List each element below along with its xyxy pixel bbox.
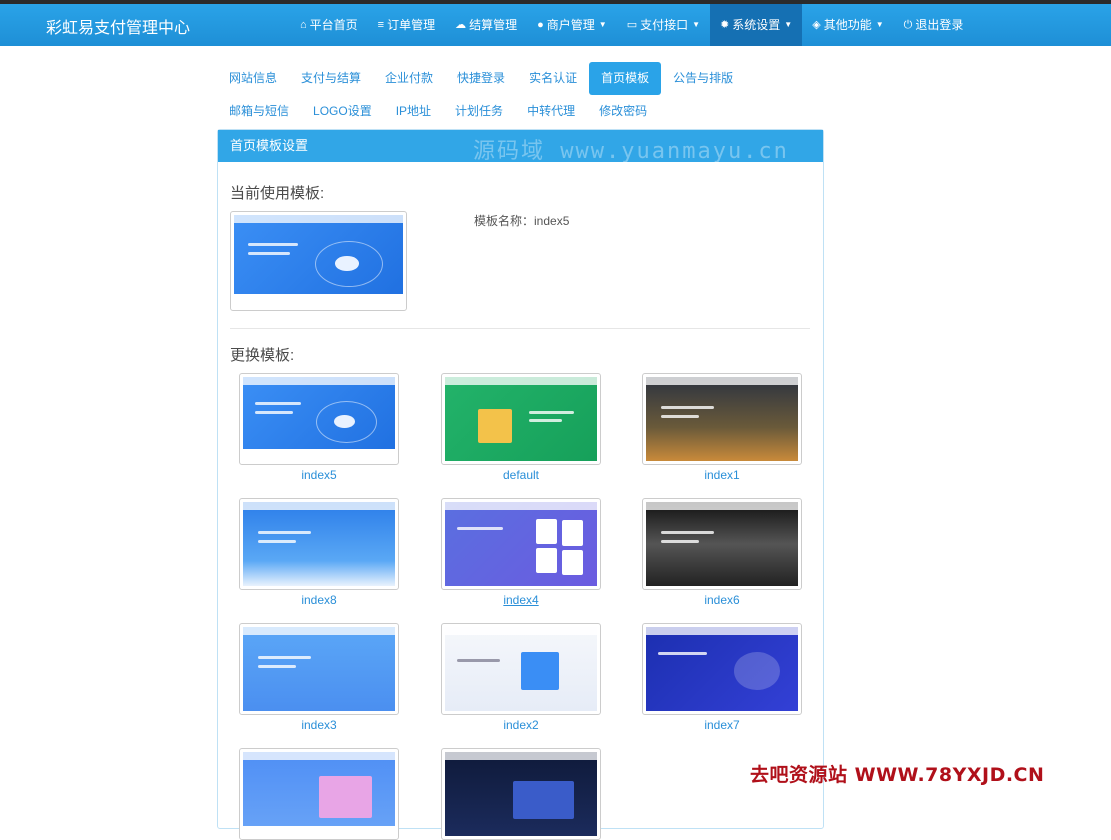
template-item: index3 <box>239 623 399 732</box>
nav-item-5[interactable]: ✹ 系统设置 ▼ <box>710 4 803 46</box>
template-thumbnail[interactable] <box>441 498 601 590</box>
nav-label: 退出登录 <box>915 18 964 32</box>
nav-item-2[interactable]: ☁ 结算管理 <box>445 4 527 46</box>
template-name-link[interactable]: index7 <box>642 718 802 732</box>
gear-icon: ✹ <box>720 19 730 31</box>
list-icon: ≡ <box>377 19 385 31</box>
caret-down-icon: ▼ <box>875 20 884 29</box>
template-item: index2 <box>441 623 601 732</box>
template-thumbnail[interactable] <box>642 623 802 715</box>
tab-tabs_row2-4[interactable]: 中转代理 <box>515 95 587 128</box>
template-item: index1 <box>642 373 802 482</box>
nav-label: 商户管理 <box>546 18 595 32</box>
nav-item-1[interactable]: ≡ 订单管理 <box>368 4 445 46</box>
template-thumbnail[interactable] <box>441 748 601 840</box>
tab-tabs_row1-0[interactable]: 网站信息 <box>217 62 289 95</box>
cloud-icon: ☁ <box>455 19 467 31</box>
home-icon: ⌂ <box>300 19 307 31</box>
template-name-link[interactable]: index1 <box>642 468 802 482</box>
tabs-row-1: 网站信息 支付与结算 企业付款 快捷登录 实名认证 首页模板 公告与排版 <box>217 62 777 95</box>
template-settings-panel: 首页模板设置 源码域 www.yuanmayu.cn 当前使用模板: 模板名称：… <box>217 129 824 840</box>
template-item: index5 <box>239 373 399 482</box>
template-name: 模板名称：index5 <box>474 214 570 228</box>
tab-tabs_row2-0[interactable]: 邮箱与短信 <box>217 95 301 128</box>
caret-down-icon: ▼ <box>692 20 701 29</box>
template-thumbnail[interactable] <box>642 373 802 465</box>
template-thumbnail[interactable] <box>239 373 399 465</box>
power-icon: ⏻ <box>903 19 913 31</box>
nav-label: 系统设置 <box>732 18 781 32</box>
template-name-link[interactable]: index3 <box>239 718 399 732</box>
nav-item-7[interactable]: ⏻ 退出登录 <box>894 4 974 46</box>
template-item: index8 <box>239 498 399 607</box>
site-watermark: 去吧资源站 WWW.78YXJD.CN <box>750 764 1045 786</box>
tab-tabs_row2-5[interactable]: 修改密码 <box>587 95 659 128</box>
template-thumbnail[interactable] <box>239 748 399 840</box>
nav-label: 结算管理 <box>469 18 518 32</box>
template-name-link[interactable]: index2 <box>441 718 601 732</box>
user-icon: ● <box>537 19 544 31</box>
current-template-label: 当前使用模板: <box>230 185 325 202</box>
change-template-label: 更换模板: <box>230 347 295 364</box>
divider <box>230 328 810 329</box>
nav-item-6[interactable]: ◈ 其他功能 ▼ <box>802 4 893 46</box>
template-thumbnail[interactable] <box>441 623 601 715</box>
tab-tabs_row1-5[interactable]: 首页模板 <box>589 62 662 95</box>
tab-tabs_row2-1[interactable]: LOGO设置 <box>301 95 384 128</box>
nav-item-3[interactable]: ● 商户管理 ▼ <box>527 4 617 46</box>
current-template-thumbnail <box>230 211 407 311</box>
tab-tabs_row2-3[interactable]: 计划任务 <box>443 95 515 128</box>
nav-label: 订单管理 <box>387 18 436 32</box>
cube-icon: ◈ <box>812 19 821 31</box>
template-item: index6 <box>642 498 802 607</box>
settings-tabs: 网站信息 支付与结算 企业付款 快捷登录 实名认证 首页模板 公告与排版 邮箱与短信 LOGO… <box>217 62 777 128</box>
template-item: index7 <box>642 623 802 732</box>
brand-title[interactable]: 彩虹易支付管理中心 <box>46 14 190 38</box>
template-item <box>441 748 601 840</box>
template-name-link[interactable]: index8 <box>239 593 399 607</box>
panel-title: 首页模板设置 <box>230 138 309 153</box>
nav-item-4[interactable]: ▭ 支付接口 ▼ <box>617 4 710 46</box>
template-thumbnail[interactable] <box>239 623 399 715</box>
panel-watermark: 源码域 www.yuanmayu.cn <box>473 139 789 162</box>
caret-down-icon: ▼ <box>784 20 793 29</box>
nav-label: 支付接口 <box>640 18 689 32</box>
template-name-link[interactable]: default <box>441 468 601 482</box>
template-name-link[interactable]: index5 <box>239 468 399 482</box>
tab-tabs_row1-2[interactable]: 企业付款 <box>373 62 445 95</box>
template-name-link[interactable]: index6 <box>642 593 802 607</box>
caret-down-icon: ▼ <box>598 20 607 29</box>
tab-tabs_row1-4[interactable]: 实名认证 <box>517 62 589 95</box>
main-nav: ⌂ 平台首页 ≡ 订单管理 ☁ 结算管理 ● 商户管理 ▼ ▭ 支付接口 ▼ ✹ 系统设置 ▼ ◈ 其他功能 ▼ ⏻… <box>290 4 973 46</box>
template-thumbnail[interactable] <box>239 498 399 590</box>
template-name-link[interactable]: index4 <box>441 593 601 607</box>
tabs-row-2: 邮箱与短信 LOGO设置 IP地址 计划任务 中转代理 修改密码 <box>217 95 777 128</box>
panel-header: 首页模板设置 源码域 www.yuanmayu.cn <box>218 130 823 162</box>
template-thumbnail[interactable] <box>642 498 802 590</box>
nav-label: 其他功能 <box>823 18 872 32</box>
tab-tabs_row1-3[interactable]: 快捷登录 <box>445 62 517 95</box>
template-thumbnail[interactable] <box>441 373 601 465</box>
card-icon: ▭ <box>626 19 638 31</box>
tab-tabs_row1-6[interactable]: 公告与排版 <box>661 62 745 95</box>
nav-label: 平台首页 <box>309 18 358 32</box>
nav-item-0[interactable]: ⌂ 平台首页 <box>290 4 368 46</box>
tab-tabs_row2-2[interactable]: IP地址 <box>384 95 443 128</box>
template-item <box>239 748 399 840</box>
tab-tabs_row1-1[interactable]: 支付与结算 <box>289 62 373 95</box>
top-navbar: 彩虹易支付管理中心 ⌂ 平台首页 ≡ 订单管理 ☁ 结算管理 ● 商户管理 ▼ ▭ 支付接口 ▼ ✹ 系统… <box>0 0 1111 46</box>
template-item: index4 <box>441 498 601 607</box>
template-item: default <box>441 373 601 482</box>
